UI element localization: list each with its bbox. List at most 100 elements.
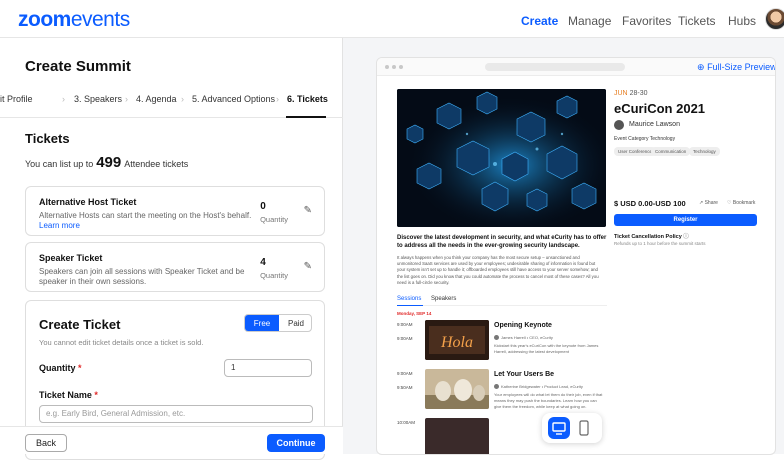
preview-browser-bar: ⊕ Full-Size Preview [377,58,776,76]
window-dot [385,65,389,69]
share-button[interactable]: ↗ Share [699,200,718,206]
tickets-heading: Tickets [25,131,70,146]
device-preview-switcher [542,413,602,443]
top-bar: zoomevents Create Manage Favorites Ticke… [0,0,784,38]
quantity-label-text: Quantity [39,363,76,373]
session-speaker: Katherine Bridgewater • Product Lead, eC… [501,384,583,389]
price-type-toggle: Free Paid [244,314,312,332]
logo-events-text: events [70,8,130,31]
ticket-limit-text: You can list up to 499 Attendee tickets [25,154,188,171]
session-thumbnail [425,418,489,454]
step-advanced-options[interactable]: 5. Advanced Options [192,94,275,104]
full-size-preview-link[interactable]: ⊕ Full-Size Preview [697,62,776,73]
session-description: Kickstart this year's eCuriCon with the … [494,343,599,354]
event-title: eCuriCon 2021 [614,101,706,116]
free-option[interactable]: Free [245,315,279,331]
session-start-time: 9:00AM [397,322,413,327]
agenda-day-label: Monday, SEP 14 [397,311,432,316]
ticket-name-input[interactable]: e.g. Early Bird, General Admission, etc. [39,405,313,423]
step-speakers[interactable]: 3. Speakers [74,94,122,104]
tab-sessions[interactable]: Sessions [397,296,421,302]
user-avatar[interactable] [765,8,784,30]
nav-create[interactable]: Create [521,14,558,28]
nav-favorites[interactable]: Favorites [622,14,671,28]
ticket-quantity-label: Quantity [260,271,288,280]
tag-chip: Communication [651,147,691,156]
category-label: Event Category [614,136,649,142]
ticket-limit-count: 499 [96,154,122,171]
logo-zoom-text: zoom [18,8,71,31]
mobile-view-icon[interactable] [578,420,590,436]
edit-pencil-icon[interactable]: ✎ [304,205,312,216]
session-end-time: 9:50AM [397,385,413,390]
session-title: Opening Keynote [494,322,552,329]
event-category: Event Category Technology [614,136,675,142]
ticket-desc-text: Alternative Hosts can start the meeting … [39,211,252,220]
event-preview-window: ⊕ Full-Size Preview JUN 28-30 eCuriCon 2… [376,57,776,455]
session-start-time: 10:00AM [397,420,416,425]
chevron-right-icon: › [181,94,184,104]
event-date-days: 28-30 [629,90,648,97]
tag-chip: User Conference [614,147,657,156]
step-agenda[interactable]: 4. Agenda [136,94,177,104]
nav-manage[interactable]: Manage [568,14,611,28]
paid-option[interactable]: Paid [279,315,311,331]
ticket-name-label: Ticket Name * [39,390,98,400]
edit-pencil-icon[interactable]: ✎ [304,261,312,272]
preview-panel: ⊕ Full-Size Preview JUN 28-30 eCuriCon 2… [343,38,784,455]
required-mark: * [78,363,82,373]
window-dot [399,65,403,69]
ticket-description: Speakers can join all sessions with Spea… [39,267,245,286]
share-label: Share [704,200,718,206]
cancellation-title-text: Ticket Cancellation Policy [614,234,682,240]
quantity-label: Quantity * [39,363,82,373]
category-value: Technology [649,136,676,142]
ticket-title: Speaker Ticket [39,253,103,263]
quantity-input[interactable]: 1 [224,359,312,377]
create-ticket-heading: Create Ticket [39,317,121,332]
bookmark-label: Bookmark [732,200,756,206]
ticket-limit-suffix: Attendee tickets [124,159,189,169]
session-title: Let Your Users Be [494,371,555,378]
step-profile[interactable]: it Profile [0,94,33,104]
preview-tabs: Sessions Speakers [397,294,607,306]
ticket-quantity-label: Quantity [260,215,288,224]
full-size-preview-label: Full-Size Preview [707,62,776,72]
event-host: Maurice Lawson [629,121,680,128]
alternative-host-ticket-card: Alternative Host Ticket Alternative Host… [25,186,325,236]
summit-form-panel: Create Summit it Profile › 3. Speakers ›… [0,38,343,460]
cancellation-policy-detail: Refunds up to 1 hour before the summit s… [614,241,706,246]
learn-more-link[interactable]: Learn more [39,221,80,230]
active-step-indicator [286,116,326,118]
ticket-quantity-value: 4 [260,257,266,268]
event-date-month: JUN [614,90,628,97]
session-thumbnail: Hola [425,320,489,360]
step-tickets[interactable]: 6. Tickets [287,94,328,104]
tab-speakers[interactable]: Speakers [431,296,456,302]
ticket-quantity-value: 0 [260,201,266,212]
nav-hubs[interactable]: Hubs [728,14,756,28]
session-speaker: James Harrell • CEO, eCurity [501,335,553,340]
session-end-time: 9:00AM [397,336,413,341]
step-navigation: it Profile › 3. Speakers › 4. Agenda › 5… [0,94,343,118]
zoom-events-logo[interactable]: zoomevents [18,8,130,32]
event-price: $ USD 0.00-USD 100 [614,199,686,208]
chevron-right-icon: › [125,94,128,104]
cancellation-policy-title: Ticket Cancellation Policy ⓘ [614,232,689,240]
edit-warning-note: You cannot edit ticket details once a ti… [39,338,204,347]
bookmark-button[interactable]: ♡ Bookmark [727,200,755,206]
back-button[interactable]: Back [25,434,67,452]
ticket-description: Alternative Hosts can start the meeting … [39,211,259,231]
session-description: Your employees will do what let them do … [494,392,603,409]
url-bar [485,63,625,71]
desktop-view-icon[interactable] [548,417,570,439]
register-button[interactable]: Register [614,214,757,226]
neon-sign-art: Hola [440,334,473,351]
tag-chip: Technology [689,147,720,156]
nav-tickets[interactable]: Tickets [678,14,716,28]
continue-button[interactable]: Continue [267,434,325,452]
speaker-ticket-card: Speaker Ticket Speakers can join all ses… [25,242,325,292]
ticket-name-label-text: Ticket Name [39,390,92,400]
event-date: JUN 28-30 [614,90,647,97]
chevron-right-icon: › [62,94,65,104]
